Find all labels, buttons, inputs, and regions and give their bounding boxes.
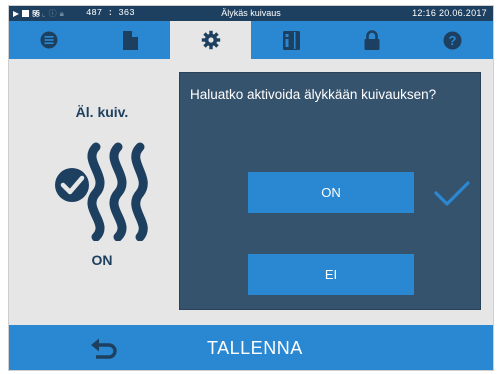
smart-drying-icon bbox=[55, 142, 148, 241]
on-button[interactable]: ON bbox=[248, 172, 414, 213]
tab-settings[interactable] bbox=[170, 21, 252, 59]
tab-lock[interactable] bbox=[332, 21, 413, 59]
save-button[interactable]: TALLENNA bbox=[207, 325, 303, 370]
tab-menu[interactable] bbox=[9, 21, 90, 59]
confirm-dialog: Haluatko aktivoida älykkään kuivauksen? … bbox=[179, 72, 481, 310]
gear-icon bbox=[201, 30, 220, 50]
back-arrow-icon bbox=[91, 338, 117, 359]
main-content: Äl. kuiv. ON Haluatko aktivoida älykkään… bbox=[9, 59, 493, 325]
nav-bar: ? bbox=[9, 21, 493, 59]
app-frame: §§ ⌞ ⓘ 🔒︎ 487 : 363 Älykäs kuivaus 12:16… bbox=[8, 5, 494, 371]
tab-info[interactable] bbox=[251, 21, 332, 59]
bottom-bar: TALLENNA bbox=[9, 325, 493, 370]
feature-title: Äl. kuiv. bbox=[75, 104, 129, 120]
info-book-icon bbox=[282, 30, 300, 50]
no-button[interactable]: EI bbox=[248, 254, 414, 295]
feature-state: ON bbox=[91, 252, 113, 268]
status-bar: §§ ⌞ ⓘ 🔒︎ 487 : 363 Älykäs kuivaus 12:16… bbox=[9, 6, 493, 21]
dialog-question: Haluatko aktivoida älykkään kuivauksen? bbox=[190, 87, 437, 102]
lock-icon bbox=[364, 30, 380, 50]
datetime: 12:16 20.06.2017 bbox=[412, 8, 487, 18]
help-icon: ? bbox=[443, 31, 462, 49]
tab-help[interactable]: ? bbox=[412, 21, 493, 59]
back-button[interactable] bbox=[9, 325, 199, 370]
menu-list-icon bbox=[40, 31, 58, 49]
svg-text:?: ? bbox=[449, 33, 457, 48]
document-icon bbox=[122, 30, 138, 50]
tab-documents[interactable] bbox=[90, 21, 171, 59]
checkmark-icon bbox=[434, 181, 470, 206]
